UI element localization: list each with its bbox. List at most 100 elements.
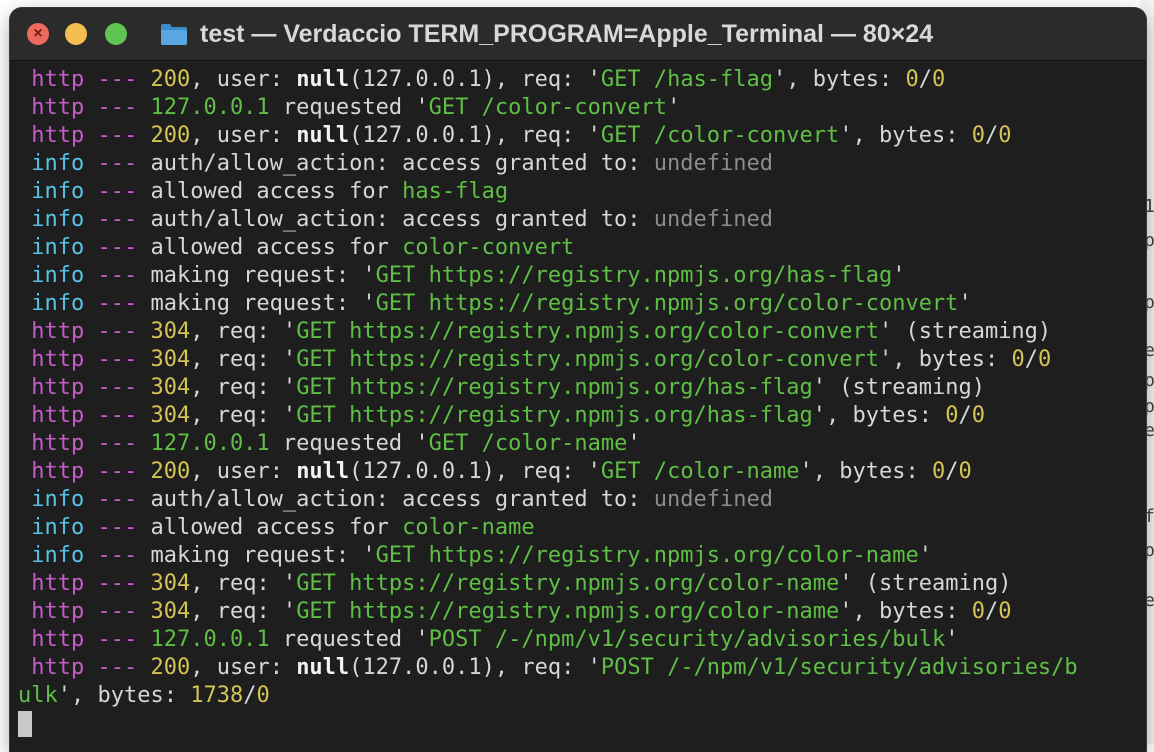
- log-line: info --- allowed access for color-conver…: [18, 234, 574, 262]
- log-segment: , req: ': [190, 319, 297, 344]
- log-level: info: [18, 151, 85, 176]
- log-segment: 0: [931, 459, 946, 484]
- log-level: http: [18, 67, 85, 92]
- log-segment: ulk: [18, 683, 58, 708]
- log-separator: ---: [84, 655, 151, 680]
- log-segment: 200: [150, 459, 191, 484]
- log-line: info --- making request: 'GET https://re…: [18, 542, 932, 570]
- title-bar[interactable]: × test — Verdaccio TERM_PROGRAM=Apple_Te…: [10, 8, 1146, 61]
- log-line: info --- making request: 'GET https://re…: [18, 290, 972, 318]
- log-segment: 304: [150, 375, 191, 400]
- log-separator: ---: [84, 263, 151, 288]
- log-segment: ', bytes:: [812, 403, 946, 428]
- log-segment: null: [296, 123, 350, 148]
- log-segment: 304: [150, 599, 191, 624]
- log-level: info: [18, 179, 85, 204]
- folder-icon: [160, 22, 188, 46]
- log-segment: 127.0.0.1: [150, 627, 270, 652]
- log-segment: ' (streaming): [812, 375, 985, 400]
- log-segment: undefined: [653, 487, 774, 512]
- log-segment: 0: [958, 459, 972, 484]
- log-line: info --- allowed access for has-flag: [18, 178, 508, 206]
- log-segment: ', bytes:: [878, 347, 1012, 372]
- log-separator: ---: [84, 179, 151, 204]
- log-segment: ': [667, 95, 681, 120]
- log-segment: 0: [905, 67, 919, 92]
- log-line: http --- 304, req: 'GET https://registry…: [18, 402, 985, 430]
- log-segment: allowed access for: [150, 515, 403, 540]
- log-segment: ': [945, 627, 959, 652]
- log-level: info: [18, 515, 85, 540]
- log-separator: ---: [84, 403, 151, 428]
- close-button[interactable]: ×: [27, 23, 49, 45]
- log-segment: undefined: [653, 207, 774, 232]
- terminal-output[interactable]: http --- 200, user: null(127.0.0.1), req…: [10, 61, 1146, 752]
- log-separator: ---: [84, 95, 151, 120]
- log-line: info --- auth/allow_action: access grant…: [18, 206, 773, 234]
- log-line: http --- 200, user: null(127.0.0.1), req…: [18, 66, 945, 94]
- log-segment: GET https://registry.npmjs.org/color-nam…: [296, 599, 840, 624]
- log-separator: ---: [84, 375, 151, 400]
- log-line: http --- 304, req: 'GET https://registry…: [18, 374, 985, 402]
- log-segment: , req: ': [190, 571, 297, 596]
- log-segment: has-flag: [402, 179, 509, 204]
- log-separator: ---: [84, 515, 151, 540]
- log-level: http: [18, 95, 85, 120]
- log-segment: 304: [150, 347, 191, 372]
- log-line: http --- 200, user: null(127.0.0.1), req…: [18, 458, 972, 486]
- log-segment: (127.0.0.1), req: ': [349, 655, 601, 680]
- log-segment: making request: ': [150, 543, 376, 568]
- log-segment: /: [958, 403, 972, 428]
- log-segment: making request: ': [150, 263, 376, 288]
- log-segment: undefined: [653, 151, 774, 176]
- log-separator: ---: [84, 291, 151, 316]
- zoom-button[interactable]: [105, 23, 127, 45]
- log-segment: ', bytes:: [799, 459, 932, 484]
- log-segment: color-convert: [402, 235, 575, 260]
- log-segment: GET https://registry.npmjs.org/color-con…: [375, 291, 959, 316]
- log-segment: 127.0.0.1: [150, 95, 270, 120]
- log-segment: GET https://registry.npmjs.org/color-nam…: [375, 543, 919, 568]
- log-level: http: [18, 431, 85, 456]
- log-segment: GET https://registry.npmjs.org/has-flag: [375, 263, 893, 288]
- log-segment: GET https://registry.npmjs.org/has-flag: [296, 375, 813, 400]
- log-separator: ---: [84, 347, 151, 372]
- terminal-cursor: [18, 711, 32, 737]
- log-segment: GET /color-name: [600, 459, 800, 484]
- log-line: info --- auth/allow_action: access grant…: [18, 486, 773, 514]
- log-separator: ---: [84, 571, 151, 596]
- log-segment: , req: ': [190, 347, 297, 372]
- log-segment: ': [958, 291, 972, 316]
- log-separator: ---: [84, 431, 151, 456]
- log-separator: ---: [84, 487, 151, 512]
- log-segment: (127.0.0.1), req: ': [349, 67, 601, 92]
- log-level: http: [18, 403, 85, 428]
- log-segment: auth/allow_action: access granted to:: [150, 151, 654, 176]
- log-segment: ', bytes:: [839, 599, 972, 624]
- log-segment: GET https://registry.npmjs.org/color-con…: [296, 347, 879, 372]
- log-segment: ', bytes:: [57, 683, 191, 708]
- minimize-button[interactable]: [65, 23, 87, 45]
- log-level: http: [18, 319, 85, 344]
- log-separator: ---: [84, 543, 151, 568]
- log-separator: ---: [84, 599, 151, 624]
- log-segment: , user:: [190, 123, 297, 148]
- log-segment: ': [892, 263, 906, 288]
- log-segment: , user:: [190, 459, 297, 484]
- terminal-window: × test — Verdaccio TERM_PROGRAM=Apple_Te…: [10, 8, 1146, 752]
- log-segment: 0: [931, 67, 946, 92]
- log-level: info: [18, 235, 85, 260]
- log-segment: 304: [150, 571, 191, 596]
- log-segment: ' (streaming): [839, 571, 1012, 596]
- log-line: ulk', bytes: 1738/0: [18, 682, 270, 710]
- log-segment: GET /has-flag: [600, 67, 774, 92]
- log-separator: ---: [84, 151, 151, 176]
- log-segment: 0: [1037, 347, 1052, 372]
- log-segment: ': [627, 431, 641, 456]
- log-segment: ': [918, 543, 932, 568]
- log-segment: GET /color-name: [428, 431, 628, 456]
- log-segment: 127.0.0.1: [150, 431, 270, 456]
- log-segment: auth/allow_action: access granted to:: [150, 207, 654, 232]
- log-line: http --- 304, req: 'GET https://registry…: [18, 598, 1011, 626]
- log-segment: /: [984, 123, 999, 148]
